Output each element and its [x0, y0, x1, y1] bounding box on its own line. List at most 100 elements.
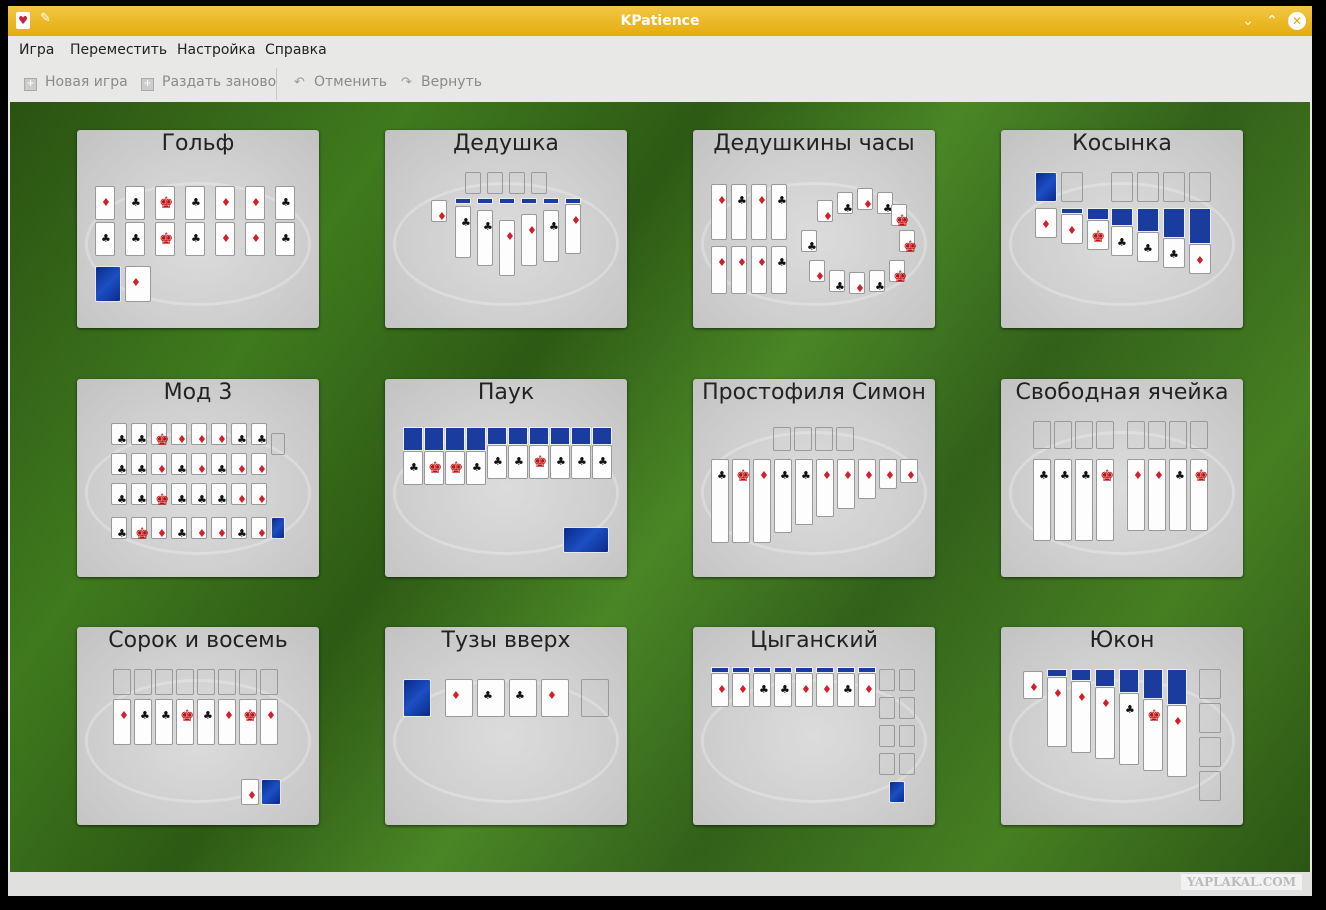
game-tile-aces-up[interactable]: Тузы вверх: [385, 627, 627, 825]
close-button[interactable]: ✕: [1288, 12, 1306, 30]
card: [879, 459, 897, 489]
redeal-label: Раздать заново: [162, 74, 277, 90]
card: [1096, 459, 1114, 541]
game-tile-klondike[interactable]: Косынка: [1001, 130, 1243, 328]
card: [1054, 459, 1072, 541]
card: [753, 673, 771, 707]
game-tile-mod3[interactable]: Мод 3: [77, 379, 319, 577]
card-back: [1143, 669, 1163, 699]
game-title: Простофиля Симон: [702, 380, 926, 405]
foundation-slot: [1199, 771, 1221, 801]
card: [899, 230, 917, 256]
card: [1163, 238, 1185, 268]
menu-settings[interactable]: Настройка: [177, 42, 256, 58]
waste-pile: [241, 779, 259, 805]
title-bar[interactable]: ♥ ✎ KPatience ⌄ ⌃ ✕: [8, 6, 1312, 36]
menu-help[interactable]: Справка: [265, 42, 327, 58]
card: [529, 445, 549, 479]
card: [771, 184, 787, 240]
card: [509, 679, 537, 717]
card: [151, 453, 167, 476]
card: [231, 517, 247, 540]
foundation-slot: [1127, 421, 1145, 449]
card: [191, 517, 207, 540]
card: [231, 453, 247, 476]
card: [131, 517, 149, 543]
game-title: Мод 3: [163, 380, 233, 405]
card: [837, 459, 855, 509]
card-back: [445, 427, 465, 451]
card: [95, 222, 115, 256]
card: [134, 699, 152, 745]
card: [197, 699, 215, 745]
foundation-slot: [1169, 421, 1187, 449]
card: [1169, 459, 1187, 531]
menu-move[interactable]: Переместить: [70, 42, 167, 58]
card: [477, 679, 505, 717]
card-back: [543, 198, 559, 204]
card: [858, 673, 876, 707]
stock-slot: [271, 433, 285, 455]
watermark: YAPLAKAL.COM: [1180, 874, 1302, 890]
foundation-slot: [899, 669, 915, 691]
card-back: [571, 427, 591, 445]
redeal-button[interactable]: + Раздать заново: [141, 74, 276, 91]
minimize-button[interactable]: ⌄: [1238, 11, 1258, 31]
card-back: [1137, 208, 1159, 232]
foundation-slot: [1148, 421, 1166, 449]
game-tile-gypsy[interactable]: Цыганский: [693, 627, 935, 825]
card-back: [455, 198, 471, 204]
foundation-slot: [1190, 421, 1208, 449]
card-back: [403, 427, 423, 451]
card: [275, 186, 295, 220]
card: [1061, 214, 1083, 244]
card: [215, 222, 235, 256]
card: [751, 184, 767, 240]
card: [1119, 693, 1139, 765]
foundation-slot: [773, 427, 791, 451]
waste-slot: [1061, 172, 1083, 202]
foundation-slot: [1199, 703, 1221, 733]
undo-button[interactable]: ↶ Отменить: [293, 74, 387, 90]
card: [211, 483, 227, 506]
card: [837, 673, 855, 707]
foundation-slot: [531, 172, 547, 194]
maximize-button[interactable]: ⌃: [1262, 11, 1282, 31]
card-back: [1167, 669, 1187, 705]
game-title: Свободная ячейка: [1015, 380, 1229, 405]
new-game-button[interactable]: + Новая игра: [24, 74, 128, 91]
card: [753, 459, 771, 543]
card-back: [1163, 208, 1185, 238]
game-tile-golf[interactable]: Гольф: [77, 130, 319, 328]
card: [231, 423, 247, 446]
card: [231, 483, 247, 506]
game-tile-spider[interactable]: Паук: [385, 379, 627, 577]
foundation-slot: [218, 669, 236, 695]
card: [171, 517, 187, 540]
card-back: [1071, 669, 1091, 681]
card: [732, 459, 750, 543]
card: [477, 210, 493, 266]
game-title: Дедушка: [453, 131, 559, 156]
foundation-slot: [134, 669, 152, 695]
stock-pile: [1035, 172, 1057, 202]
menu-game[interactable]: Игра: [19, 42, 54, 58]
game-tile-grandfathers-clock[interactable]: Дедушкины часы: [693, 130, 935, 328]
game-title: Юкон: [1089, 628, 1155, 653]
card: [891, 204, 909, 230]
card: [251, 483, 267, 506]
redo-button[interactable]: ↷ Вернуть: [400, 74, 482, 90]
game-tile-freecell[interactable]: Свободная ячейка: [1001, 379, 1243, 577]
card: [711, 673, 729, 707]
game-tile-grandfather[interactable]: Дедушка: [385, 130, 627, 328]
game-tile-forty-and-eight[interactable]: Сорок и восемь: [77, 627, 319, 825]
card: [816, 673, 834, 707]
card: [445, 679, 473, 717]
card: [592, 445, 612, 479]
card: [817, 200, 833, 223]
card: [151, 423, 169, 449]
card: [239, 699, 257, 745]
game-tile-simple-simon[interactable]: Простофиля Симон: [693, 379, 935, 577]
card: [1087, 220, 1109, 250]
game-tile-yukon[interactable]: Юкон: [1001, 627, 1243, 825]
